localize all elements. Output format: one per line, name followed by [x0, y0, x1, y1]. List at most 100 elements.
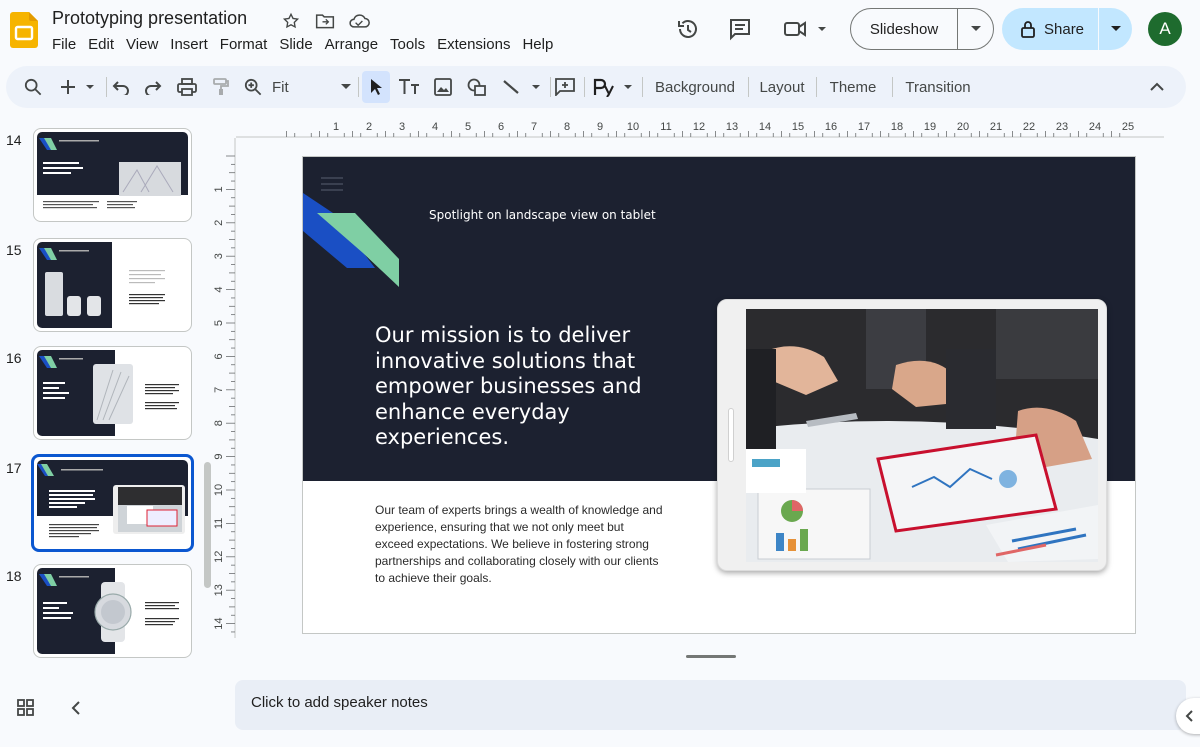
comments-icon[interactable] — [722, 11, 758, 47]
slide-canvas[interactable]: Spotlight on landscape view on tablet Ou… — [302, 156, 1136, 634]
menu-view[interactable]: View — [126, 36, 164, 53]
ruler-tick-label: 5 — [213, 320, 225, 326]
slideshow-button-group: Slideshow — [850, 8, 994, 50]
slide-thumbnail-selected[interactable] — [31, 454, 194, 552]
grid-view-icon[interactable] — [16, 698, 36, 723]
slideshow-button[interactable]: Slideshow — [851, 21, 957, 38]
speaker-notes-panel[interactable]: Click to add speaker notes — [235, 680, 1186, 730]
ruler-tick-label: 1 — [213, 186, 225, 192]
slideshow-dropdown-icon[interactable] — [958, 25, 993, 33]
lock-icon — [1021, 21, 1035, 38]
filmstrip-item-18[interactable]: 18 — [0, 564, 212, 664]
slide-thumbnail[interactable] — [33, 238, 192, 332]
share-button[interactable]: Share — [1002, 20, 1098, 38]
text-box-icon[interactable] — [396, 75, 422, 99]
ruler-tick-label: 4 — [432, 121, 438, 133]
paint-format-icon[interactable] — [210, 75, 232, 99]
share-dropdown-icon[interactable] — [1099, 25, 1132, 33]
move-folder-icon[interactable] — [314, 10, 336, 32]
menu-format[interactable]: Format — [220, 36, 274, 53]
menu-bar: File Edit View Insert Format Slide Arran… — [52, 36, 565, 53]
theme-button[interactable]: Theme — [826, 75, 880, 99]
horizontal-ruler[interactable]: 1 2 3 4 5 6 7 8 9 10 11 12 13 14 15 16 17 18 19 20 21 22 23 24 2… — [236, 118, 1164, 138]
slide-body-text[interactable]: Our team of experts brings a wealth of k… — [375, 502, 665, 587]
slide-thumbnail[interactable] — [33, 128, 192, 222]
menu-extensions[interactable]: Extensions — [437, 36, 516, 53]
transition-button[interactable]: Transition — [902, 75, 974, 99]
ruler-tick-label: 12 — [693, 121, 705, 133]
slides-logo-icon[interactable] — [10, 12, 38, 48]
meet-camera-icon[interactable] — [780, 11, 830, 47]
toolbar-divider — [642, 77, 643, 97]
layout-button[interactable]: Layout — [756, 75, 808, 99]
ruler-tick-label: 9 — [597, 121, 603, 133]
filmstrip-item-17[interactable]: 17 — [0, 454, 212, 556]
ruler-tick-label: 2 — [366, 121, 372, 133]
filmstrip-item-16[interactable]: 16 — [0, 346, 212, 446]
undo-icon[interactable] — [110, 75, 132, 99]
ruler-tick-label: 1 — [333, 121, 339, 133]
filmstrip-item-14[interactable]: 14 — [0, 128, 212, 228]
new-slide-icon[interactable] — [56, 75, 98, 99]
document-title[interactable]: Prototyping presentation — [52, 8, 247, 29]
zoom-select[interactable]: Fit — [272, 75, 352, 99]
toolbar-divider — [816, 77, 817, 97]
ruler-tick-label: 2 — [213, 220, 225, 226]
insert-image-icon[interactable] — [432, 75, 454, 99]
view-controls — [16, 698, 86, 723]
redo-icon[interactable] — [142, 75, 164, 99]
background-button[interactable]: Background — [650, 75, 740, 99]
line-icon[interactable] — [500, 75, 546, 99]
menu-edit[interactable]: Edit — [88, 36, 120, 53]
menu-help[interactable]: Help — [522, 36, 559, 53]
toolbar-divider — [106, 77, 107, 97]
ruler-tick-label: 9 — [213, 454, 225, 460]
tablet-home-button — [728, 408, 734, 462]
account-avatar[interactable]: A — [1148, 12, 1182, 46]
filmstrip-item-15[interactable]: 15 — [0, 238, 212, 338]
toolbar-divider — [550, 77, 551, 97]
menu-tools[interactable]: Tools — [390, 36, 431, 53]
zoom-icon[interactable] — [242, 75, 264, 99]
toolbar-divider — [584, 77, 585, 97]
ruler-tick-label: 7 — [531, 121, 537, 133]
share-button-group: Share — [1002, 8, 1132, 50]
slide-number: 14 — [6, 132, 22, 148]
slide-thumbnail[interactable] — [33, 346, 192, 440]
slide-heading[interactable]: Our mission is to deliver innovative sol… — [375, 323, 665, 451]
editing-mode-icon[interactable] — [592, 75, 636, 99]
collapse-toolbar-icon[interactable] — [1146, 75, 1168, 99]
canvas-resize-handle[interactable] — [686, 655, 736, 658]
ruler-tick-label: 13 — [213, 584, 225, 596]
tablet-mockup-image[interactable] — [717, 299, 1107, 571]
ruler-tick-label: 25 — [1122, 121, 1134, 133]
ruler-tick-label: 4 — [213, 287, 225, 293]
slide-subtitle[interactable]: Spotlight on landscape view on tablet — [429, 208, 656, 222]
version-history-icon[interactable] — [670, 11, 706, 47]
menu-insert[interactable]: Insert — [170, 36, 214, 53]
add-comment-icon[interactable] — [554, 75, 576, 99]
shape-icon[interactable] — [466, 75, 488, 99]
slide-thumbnail[interactable] — [33, 564, 192, 658]
star-icon[interactable] — [280, 10, 302, 32]
collapse-filmstrip-icon[interactable] — [66, 698, 86, 723]
ruler-tick-label: 18 — [891, 121, 903, 133]
filmstrip-scrollbar[interactable] — [204, 462, 211, 588]
ruler-tick-label: 22 — [1023, 121, 1035, 133]
menu-arrange[interactable]: Arrange — [325, 36, 384, 53]
menu-file[interactable]: File — [52, 36, 82, 53]
toolbar-divider — [892, 77, 893, 97]
slide-number: 17 — [6, 460, 22, 476]
select-cursor-icon[interactable] — [362, 71, 390, 103]
toolbar-divider — [748, 77, 749, 97]
ruler-tick-label: 7 — [213, 387, 225, 393]
search-menus-icon[interactable] — [22, 75, 44, 99]
hamburger-menu-icon — [321, 177, 343, 191]
print-icon[interactable] — [176, 75, 198, 99]
ruler-tick-label: 24 — [1089, 121, 1101, 133]
slide-number: 18 — [6, 568, 22, 584]
thumbnail-content — [37, 132, 188, 209]
menu-slide[interactable]: Slide — [279, 36, 318, 53]
cloud-saved-icon[interactable] — [348, 10, 370, 32]
vertical-ruler[interactable]: 1234567891011121314 — [212, 138, 236, 638]
